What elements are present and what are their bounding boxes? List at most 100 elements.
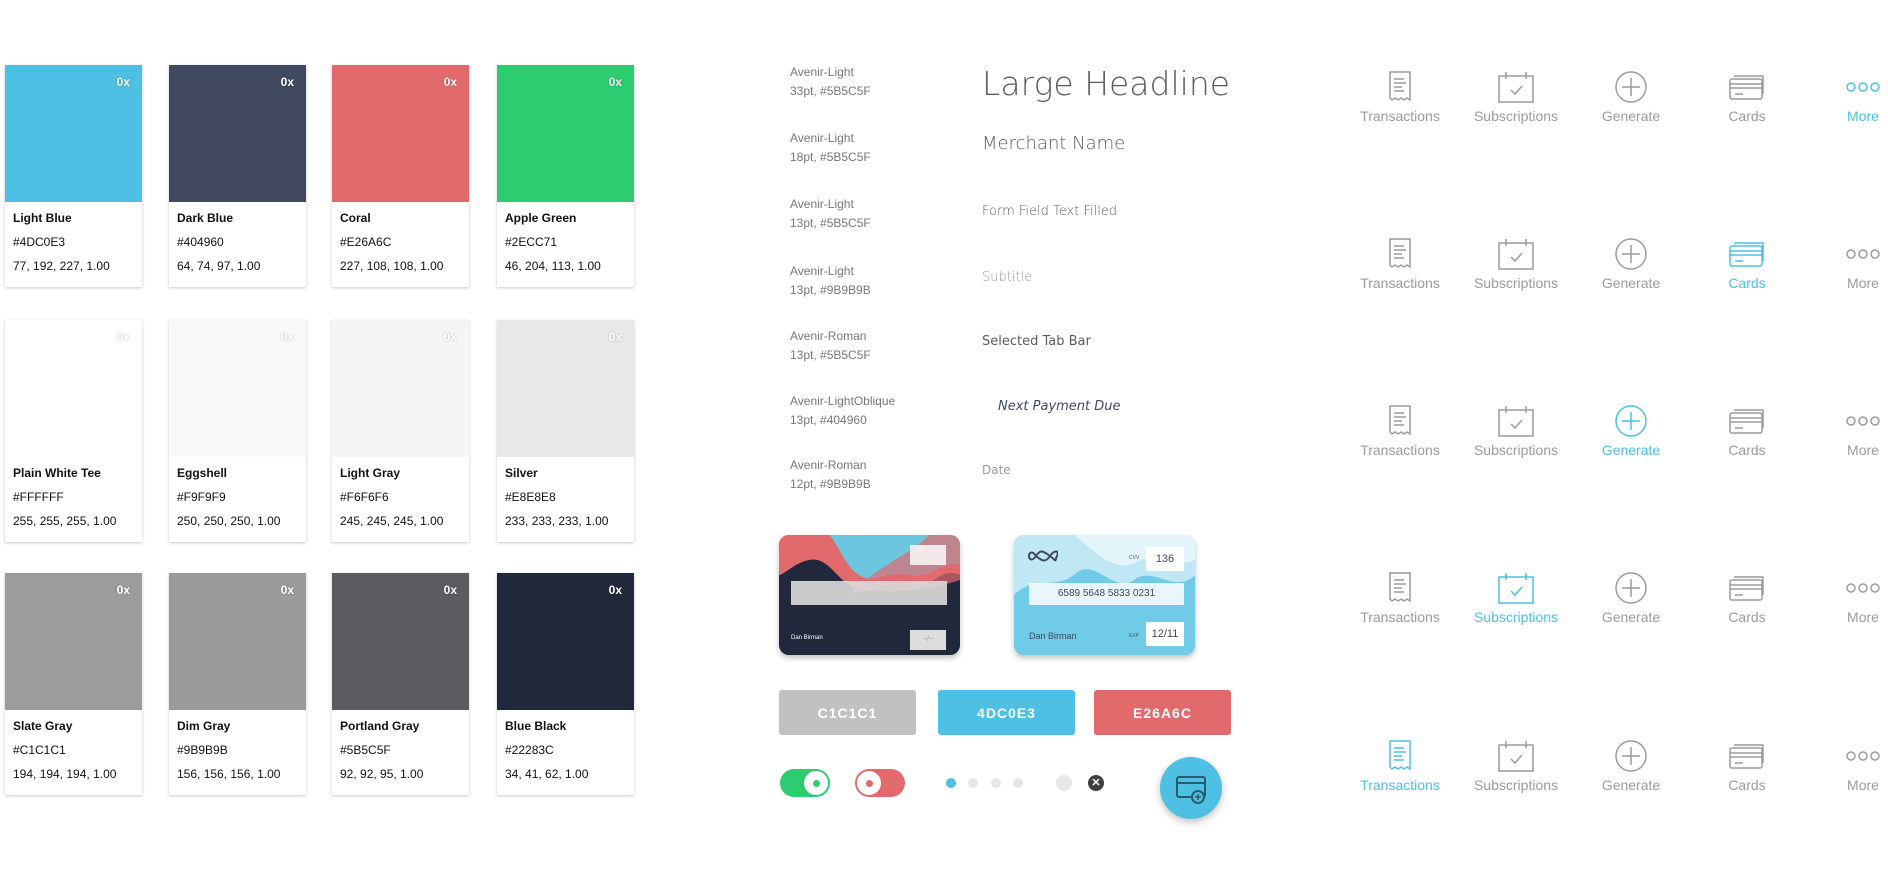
swatch-name: Plain White Tee bbox=[13, 466, 101, 480]
tab-label: Generate bbox=[1601, 609, 1661, 625]
tab-more[interactable]: More bbox=[1805, 70, 1888, 124]
cards-icon bbox=[1689, 404, 1805, 438]
more-dots-icon bbox=[1805, 739, 1888, 773]
button-gray[interactable]: C1C1C1 bbox=[779, 690, 916, 735]
swatch-hex: #5B5C5F bbox=[340, 743, 391, 757]
cards-icon bbox=[1689, 70, 1805, 104]
tab-subscriptions[interactable]: Subscriptions bbox=[1458, 571, 1574, 625]
infinity-logo-icon bbox=[1028, 550, 1058, 562]
swatch-color: 0x bbox=[169, 65, 306, 202]
color-swatch-card: 0x Dim Gray #9B9B9B 156, 156, 156, 1.00 bbox=[169, 573, 306, 795]
tab-transactions[interactable]: Transactions bbox=[1342, 571, 1458, 625]
close-icon[interactable]: ✕ bbox=[1088, 775, 1104, 791]
tab-subscriptions[interactable]: Subscriptions bbox=[1458, 237, 1574, 291]
font-size-color: 33pt, #5B5C5F bbox=[790, 84, 871, 98]
page-dot[interactable] bbox=[991, 778, 1001, 788]
swatch-hex: #9B9B9B bbox=[177, 743, 228, 757]
button-blue[interactable]: 4DC0E3 bbox=[938, 690, 1075, 735]
tab-transactions[interactable]: Transactions bbox=[1342, 237, 1458, 291]
swatch-color: 0x bbox=[332, 573, 469, 710]
card-holder-name: Dan Birman bbox=[1029, 631, 1077, 641]
tab-label: Cards bbox=[1728, 108, 1766, 124]
swatch-hex: #F9F9F9 bbox=[177, 490, 226, 504]
swatch-badge: 0x bbox=[116, 75, 130, 89]
tab-generate[interactable]: Generate bbox=[1573, 739, 1689, 793]
swatch-badge: 0x bbox=[116, 330, 130, 344]
swatch-badge: 0x bbox=[608, 75, 622, 89]
swatch-name: Slate Gray bbox=[13, 719, 73, 733]
color-swatch-card: 0x Dark Blue #404960 64, 74, 97, 1.00 bbox=[169, 65, 306, 287]
tab-generate[interactable]: Generate bbox=[1573, 237, 1689, 291]
card-mini-box bbox=[910, 545, 946, 565]
help-icon[interactable] bbox=[1056, 775, 1072, 791]
tab-generate[interactable]: Generate bbox=[1573, 70, 1689, 124]
font-spec: Avenir-Roman 12pt, #9B9B9B bbox=[790, 456, 871, 494]
tab-label: More bbox=[1847, 442, 1879, 458]
swatch-color: 0x bbox=[5, 320, 142, 457]
button-coral[interactable]: E26A6C bbox=[1094, 690, 1231, 735]
exp-label: EXP bbox=[1129, 633, 1140, 639]
tab-generate[interactable]: Generate bbox=[1573, 571, 1689, 625]
tab-cards[interactable]: Cards bbox=[1689, 571, 1805, 625]
tab-transactions[interactable]: Transactions bbox=[1342, 739, 1458, 793]
exp-field[interactable]: 12/11 bbox=[1146, 622, 1184, 646]
font-name: Avenir-Light bbox=[790, 197, 854, 211]
tab-cards[interactable]: Cards bbox=[1689, 404, 1805, 458]
font-size-color: 13pt, #5B5C5F bbox=[790, 348, 871, 362]
tab-subscriptions[interactable]: Subscriptions bbox=[1458, 70, 1574, 124]
cvv-label: CVV bbox=[1129, 555, 1140, 561]
toggle-on[interactable] bbox=[780, 769, 830, 797]
swatch-name: Dark Blue bbox=[177, 211, 234, 225]
plus-circle-icon bbox=[1573, 571, 1689, 605]
receipt-icon bbox=[1342, 70, 1458, 104]
calendar-check-icon bbox=[1458, 404, 1574, 438]
swatch-color: 0x bbox=[5, 573, 142, 710]
page-dot-active[interactable] bbox=[946, 778, 956, 788]
toggle-off[interactable] bbox=[855, 769, 905, 797]
tab-generate[interactable]: Generate bbox=[1573, 404, 1689, 458]
plus-circle-icon bbox=[1573, 404, 1689, 438]
font-name: Avenir-Light bbox=[790, 131, 854, 145]
tab-cards[interactable]: Cards bbox=[1689, 237, 1805, 291]
tab-subscriptions[interactable]: Subscriptions bbox=[1458, 404, 1574, 458]
tab-more[interactable]: More bbox=[1805, 739, 1888, 793]
tab-more[interactable]: More bbox=[1805, 404, 1888, 458]
tab-cards[interactable]: Cards bbox=[1689, 739, 1805, 793]
swatch-name: Blue Black bbox=[505, 719, 567, 733]
tab-label: Transactions bbox=[1360, 777, 1440, 793]
tab-transactions[interactable]: Transactions bbox=[1342, 404, 1458, 458]
cards-icon bbox=[1689, 237, 1805, 271]
swatch-rgba: 227, 108, 108, 1.00 bbox=[340, 259, 444, 273]
add-card-fab[interactable] bbox=[1160, 757, 1222, 819]
cards-icon bbox=[1689, 739, 1805, 773]
tab-transactions[interactable]: Transactions bbox=[1342, 70, 1458, 124]
tab-cards[interactable]: Cards bbox=[1689, 70, 1805, 124]
page-dot[interactable] bbox=[968, 778, 978, 788]
tab-label: Subscriptions bbox=[1473, 275, 1559, 291]
calendar-check-icon bbox=[1458, 571, 1574, 605]
color-swatch-card: 0x Plain White Tee #FFFFFF 255, 255, 255, 1… bbox=[5, 320, 142, 542]
swatch-color: 0x bbox=[169, 573, 306, 710]
swatch-hex: #4DC0E3 bbox=[13, 235, 66, 249]
swatch-badge: 0x bbox=[608, 583, 622, 597]
card-number-field[interactable]: 6589 5648 5833 0231 bbox=[1029, 583, 1184, 605]
swatch-badge: 0x bbox=[443, 330, 457, 344]
page-dot[interactable] bbox=[1013, 778, 1023, 788]
tab-more[interactable]: More bbox=[1805, 237, 1888, 291]
font-sample: Subtitle bbox=[982, 270, 1033, 285]
tab-subscriptions[interactable]: Subscriptions bbox=[1458, 739, 1574, 793]
swatch-hex: #404960 bbox=[177, 235, 224, 249]
font-size-color: 13pt, #404960 bbox=[790, 413, 867, 427]
font-size-color: 18pt, #5B5C5F bbox=[790, 150, 871, 164]
receipt-icon bbox=[1342, 404, 1458, 438]
tab-more[interactable]: More bbox=[1805, 571, 1888, 625]
cvv-field[interactable]: 136 bbox=[1146, 547, 1184, 571]
font-sample: Next Payment Due bbox=[998, 399, 1121, 414]
swatch-badge: 0x bbox=[443, 75, 457, 89]
swatch-rgba: 250, 250, 250, 1.00 bbox=[177, 514, 281, 528]
font-size-color: 13pt, #9B9B9B bbox=[790, 283, 871, 297]
swatch-rgba: 46, 204, 113, 1.00 bbox=[505, 259, 601, 273]
swatch-badge: 0x bbox=[443, 583, 457, 597]
swatch-color: 0x bbox=[332, 65, 469, 202]
swatch-name: Coral bbox=[340, 211, 371, 225]
